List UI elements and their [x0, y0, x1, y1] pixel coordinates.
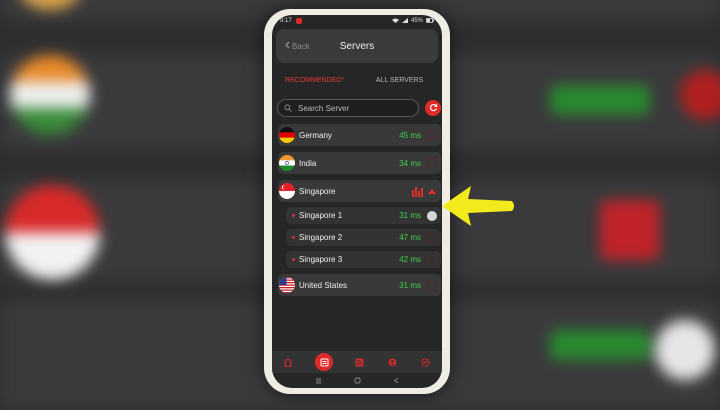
- battery-icon: [426, 17, 434, 25]
- server-radio[interactable]: [427, 130, 437, 140]
- recents-icon[interactable]: [315, 378, 322, 386]
- header-bar: Back Servers: [276, 29, 438, 63]
- server-row-singapore[interactable]: Singapore: [278, 180, 441, 202]
- server-name: Singapore: [299, 186, 336, 196]
- back-button[interactable]: Back: [284, 41, 310, 51]
- signal-bars-icon: [412, 187, 423, 197]
- back-nav-icon[interactable]: [393, 377, 399, 386]
- server-radio[interactable]: [427, 280, 437, 290]
- ping-value: 34 ms: [399, 158, 421, 168]
- search-box: [277, 99, 419, 117]
- location-name: Singapore 1: [299, 211, 343, 220]
- wifi-icon: [391, 18, 399, 25]
- signal-icon: [401, 17, 408, 25]
- search-input[interactable]: [298, 103, 408, 113]
- location-dot-icon: [292, 214, 295, 217]
- location-radio[interactable]: [427, 254, 437, 265]
- back-label: Back: [292, 41, 310, 51]
- phone-frame: 9:17 45% Back Servers RECOMMENDED* ALL S…: [264, 9, 450, 394]
- home-icon[interactable]: [282, 356, 294, 368]
- app-screen: 9:17 45% Back Servers RECOMMENDED* ALL S…: [272, 15, 442, 388]
- bottom-navigation: [272, 351, 442, 373]
- refresh-button[interactable]: [425, 100, 441, 116]
- tab-recommended[interactable]: RECOMMENDED*: [272, 77, 357, 84]
- ping-value: 31 ms: [399, 280, 421, 290]
- server-row-germany[interactable]: Germany 45 ms: [278, 124, 441, 146]
- location-dot-icon: [292, 236, 295, 239]
- server-name: Germany: [299, 130, 332, 140]
- location-dot-icon: [292, 258, 295, 261]
- location-name: Singapore 2: [299, 233, 343, 242]
- server-name: United States: [299, 280, 348, 290]
- screen-record-icon: [295, 18, 302, 24]
- pointer-arrow-icon: [442, 186, 514, 226]
- server-tabs: RECOMMENDED* ALL SERVERS: [272, 77, 442, 84]
- server-row-united-states[interactable]: United States 31 ms: [278, 274, 441, 296]
- location-name: Singapore 3: [299, 255, 343, 264]
- usa-flag-icon: [279, 277, 295, 293]
- account-icon[interactable]: [387, 356, 399, 368]
- tab-all-servers[interactable]: ALL SERVERS: [357, 77, 442, 84]
- settings-icon[interactable]: [420, 356, 432, 368]
- ping-value: 42 ms: [399, 255, 421, 264]
- india-flag-icon: [279, 155, 295, 171]
- ping-value: 31 ms: [399, 211, 421, 220]
- server-radio[interactable]: [427, 158, 437, 168]
- battery-level: 45%: [410, 18, 423, 24]
- chevron-up-icon[interactable]: [428, 188, 436, 194]
- system-navigation-bar: [272, 375, 442, 388]
- ping-value: 47 ms: [399, 233, 421, 242]
- clock: 9:17: [280, 18, 292, 24]
- location-row-singapore-2[interactable]: Singapore 2 47 ms: [286, 229, 441, 246]
- server-row-india[interactable]: India 34 ms: [278, 152, 441, 174]
- ping-value: 45 ms: [399, 130, 421, 140]
- server-list-icon[interactable]: [315, 353, 334, 371]
- search-icon: [284, 99, 292, 117]
- germany-flag-icon: [279, 127, 295, 143]
- location-row-singapore-3[interactable]: Singapore 3 42 ms: [286, 251, 441, 268]
- location-radio[interactable]: [427, 232, 437, 243]
- chevron-left-icon: [284, 41, 290, 51]
- location-row-singapore-1[interactable]: Singapore 1 31 ms: [286, 207, 441, 224]
- singapore-flag-icon: [279, 183, 295, 199]
- home-button-icon[interactable]: [354, 377, 361, 386]
- rss-icon[interactable]: [354, 356, 366, 368]
- server-name: India: [299, 158, 317, 168]
- status-bar: 9:17 45%: [272, 15, 442, 27]
- refresh-icon: [429, 99, 438, 117]
- location-radio-selected[interactable]: [427, 210, 437, 221]
